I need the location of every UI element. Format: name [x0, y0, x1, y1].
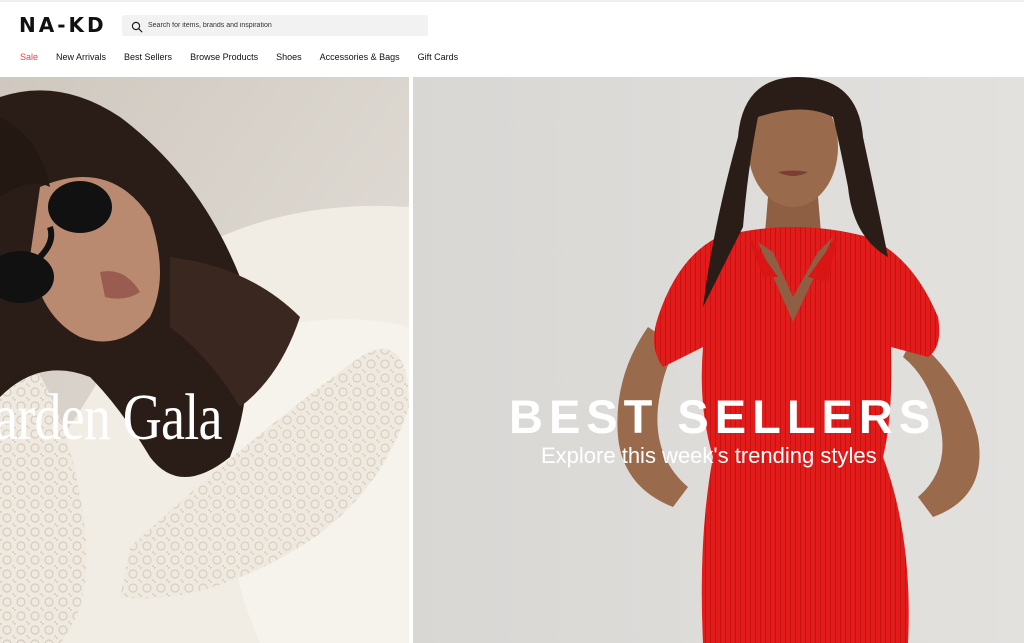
- hero-right-subtitle: Explore this week's trending styles: [541, 443, 877, 468]
- nav-item-browse-products[interactable]: Browse Products: [190, 52, 258, 62]
- search-input[interactable]: [148, 22, 408, 29]
- hero-left-image: [0, 77, 409, 643]
- hero-right-image: [413, 77, 1024, 643]
- nav-item-sale[interactable]: Sale: [20, 52, 38, 62]
- nav-item-new-arrivals[interactable]: New Arrivals: [56, 52, 106, 62]
- hero-best-sellers[interactable]: BEST SELLERS Explore this week's trendin…: [413, 77, 1024, 643]
- main-navigation: Sale New Arrivals Best Sellers Browse Pr…: [20, 52, 476, 62]
- nav-item-shoes[interactable]: Shoes: [276, 52, 302, 62]
- nav-item-accessories-bags[interactable]: Accessories & Bags: [320, 52, 400, 62]
- hero-garden-gala[interactable]: arden Gala: [0, 77, 409, 643]
- hero-right-title: BEST SELLERS: [509, 390, 937, 443]
- nav-item-gift-cards[interactable]: Gift Cards: [418, 52, 459, 62]
- hero-left-title: arden Gala: [0, 381, 222, 454]
- brand-logo[interactable]: NA-KD: [19, 13, 107, 37]
- site-header: NA-KD Sale New Arrivals Best Sellers Bro…: [0, 0, 1024, 76]
- search-bar[interactable]: [122, 15, 428, 36]
- search-icon: [131, 20, 143, 32]
- nav-item-best-sellers[interactable]: Best Sellers: [124, 52, 172, 62]
